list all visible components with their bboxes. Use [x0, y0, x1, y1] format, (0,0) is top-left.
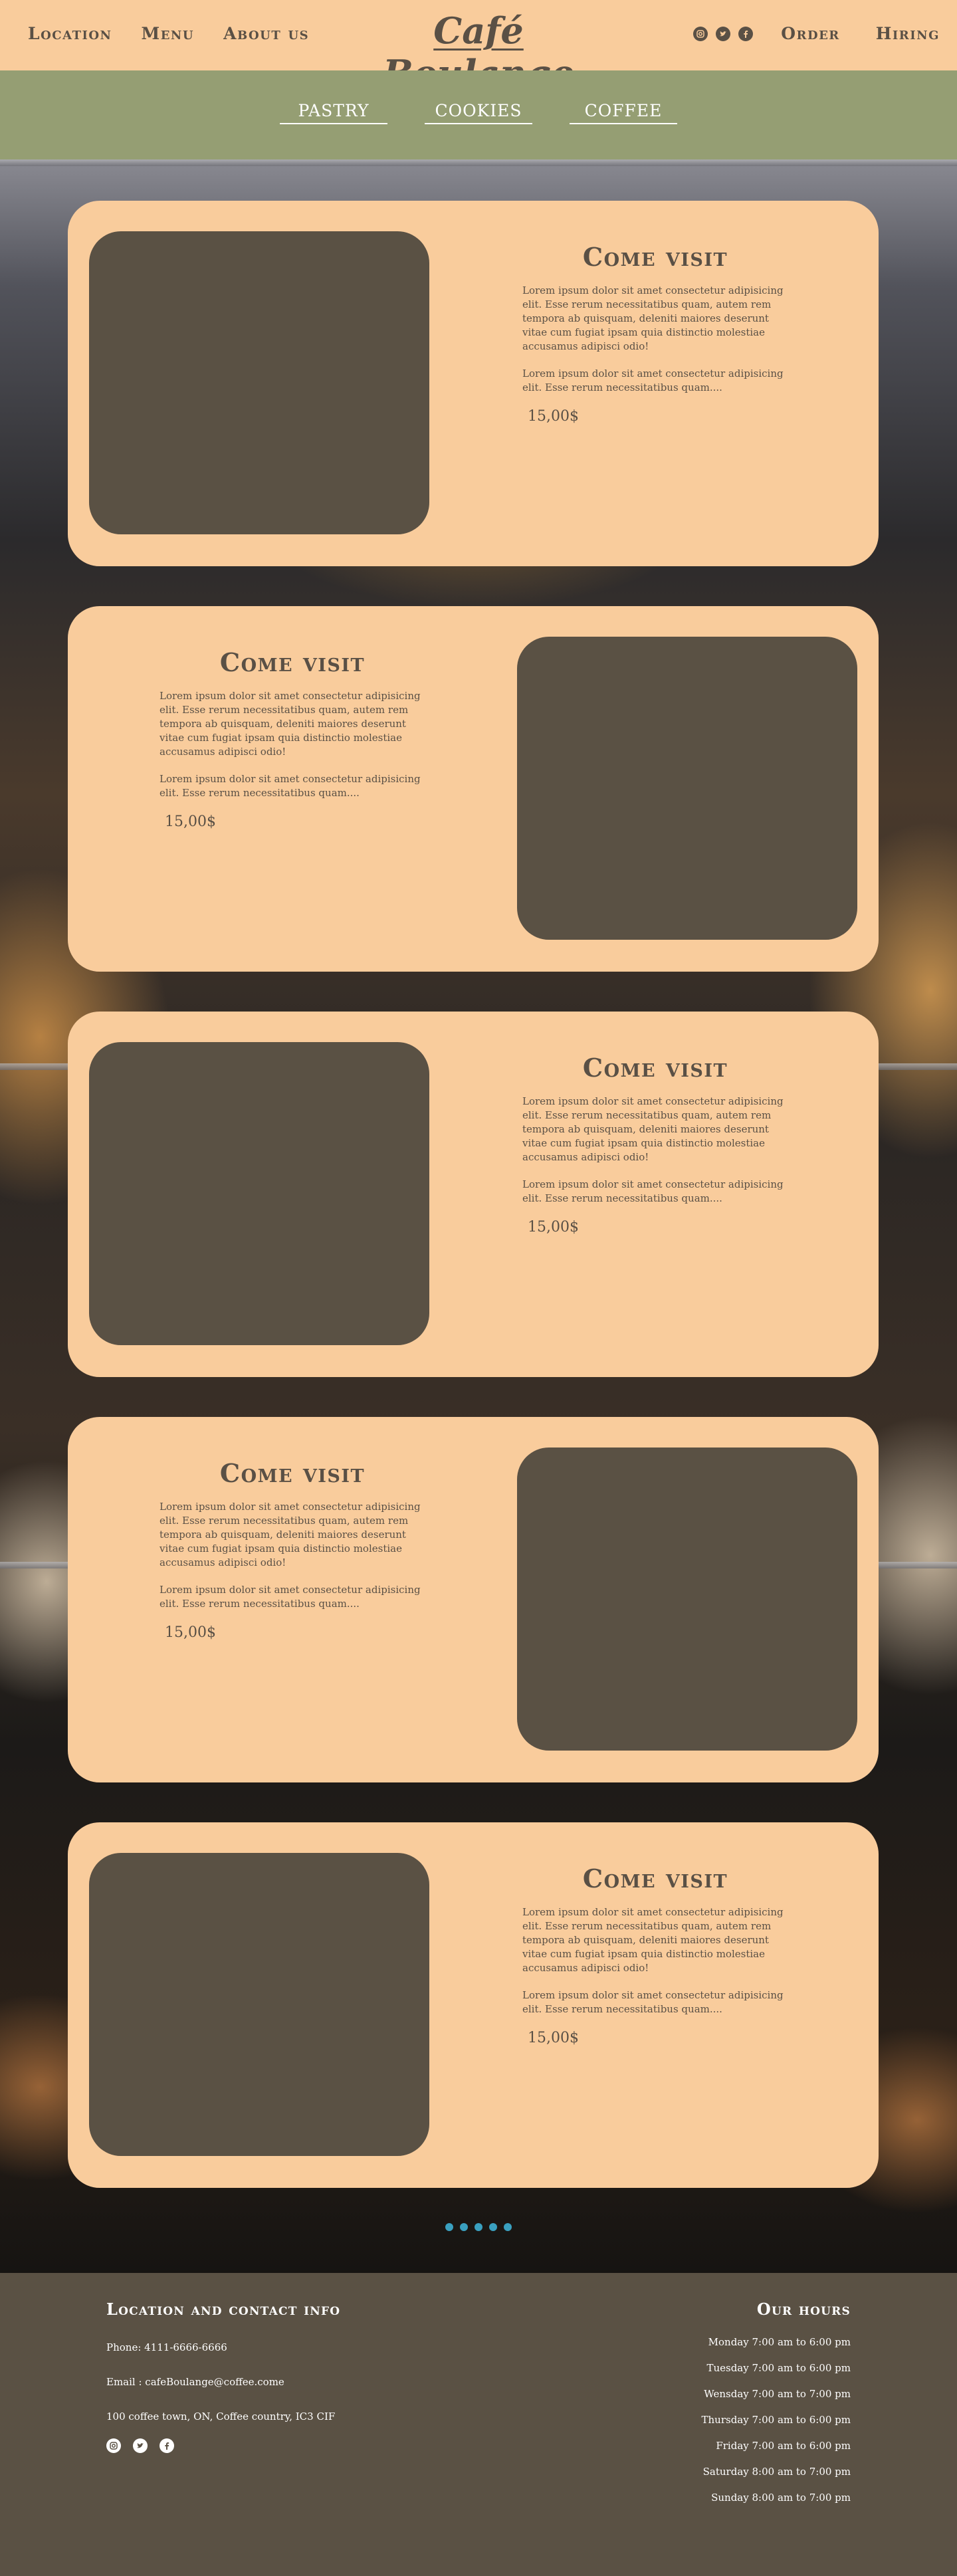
card-description: Lorem ipsum dolor sit amet consectetur a… — [160, 1501, 421, 1568]
nav-hiring[interactable]: Hiring — [876, 24, 940, 43]
top-navbar: Location Menu About us Café Boulange Ord… — [0, 0, 957, 94]
card-text: Come visit Lorem ipsum dolor sit amet co… — [522, 242, 788, 425]
product-card: Come visit Lorem ipsum dolor sit amet co… — [68, 1822, 879, 2188]
footer: Location and contact info Phone: 4111-66… — [0, 2273, 957, 2576]
carousel-dot[interactable] — [504, 2223, 512, 2231]
carousel-dot[interactable] — [475, 2223, 482, 2231]
card-title: Come visit — [582, 1864, 728, 1893]
tab-pastry[interactable]: PASTRY — [280, 101, 387, 124]
twitter-icon[interactable] — [716, 26, 731, 41]
product-image — [517, 637, 857, 940]
card-description-short: Lorem ipsum dolor sit amet consectetur a… — [160, 773, 421, 799]
contact-info: Location and contact info Phone: 4111-66… — [106, 2300, 340, 2453]
facebook-icon[interactable] — [738, 26, 754, 41]
hours-row: Friday 7:00 am to 6:00 pm — [716, 2440, 851, 2452]
footer-social-icons — [106, 2438, 340, 2453]
tab-coffee[interactable]: COFFEE — [570, 101, 677, 124]
category-bar: PASTRY COOKIES COFFEE — [0, 70, 957, 160]
hours-list: Monday 7:00 am to 6:00 pm Tuesday 7:00 a… — [702, 2329, 851, 2511]
nav-about-us[interactable]: About us — [223, 24, 309, 43]
card-text: Come visit Lorem ipsum dolor sit amet co… — [522, 1053, 788, 1235]
nav-menu[interactable]: Menu — [142, 24, 195, 43]
card-description: Lorem ipsum dolor sit amet consectetur a… — [522, 284, 784, 352]
product-card: Come visit Lorem ipsum dolor sit amet co… — [68, 1012, 879, 1377]
card-description-short: Lorem ipsum dolor sit amet consectetur a… — [522, 1178, 784, 1204]
contact-phone: Phone: 4111-6666-6666 — [106, 2341, 227, 2353]
carousel-dot[interactable] — [445, 2223, 453, 2231]
card-description-short: Lorem ipsum dolor sit amet consectetur a… — [160, 1584, 421, 1610]
product-image — [89, 231, 429, 534]
card-description: Lorem ipsum dolor sit amet consectetur a… — [160, 690, 421, 758]
card-price: 15,00$ — [165, 1624, 216, 1641]
product-card: Come visit Lorem ipsum dolor sit amet co… — [68, 1417, 879, 1782]
product-card: Come visit Lorem ipsum dolor sit amet co… — [68, 201, 879, 566]
carousel-dot[interactable] — [460, 2223, 468, 2231]
card-description-short: Lorem ipsum dolor sit amet consectetur a… — [522, 368, 784, 393]
card-title: Come visit — [219, 1458, 366, 1488]
card-title: Come visit — [582, 1053, 728, 1083]
card-description: Lorem ipsum dolor sit amet consectetur a… — [522, 1095, 784, 1163]
product-card: Come visit Lorem ipsum dolor sit amet co… — [68, 606, 879, 972]
card-price: 15,00$ — [528, 2030, 579, 2046]
card-description-short: Lorem ipsum dolor sit amet consectetur a… — [522, 1989, 784, 2015]
instagram-icon[interactable] — [106, 2438, 121, 2453]
facebook-icon[interactable] — [160, 2438, 174, 2453]
hours-title: Our hours — [756, 2300, 851, 2319]
hours-row: Sunday 8:00 am to 7:00 pm — [711, 2492, 851, 2504]
card-text: Come visit Lorem ipsum dolor sit amet co… — [522, 1864, 788, 2046]
card-text: Come visit Lorem ipsum dolor sit amet co… — [160, 1458, 425, 1641]
hours-row: Thursday 7:00 am to 6:00 pm — [701, 2414, 851, 2426]
hours-row: Wensday 7:00 am to 7:00 pm — [704, 2388, 851, 2400]
card-description: Lorem ipsum dolor sit amet consectetur a… — [522, 1906, 784, 1974]
card-title: Come visit — [582, 242, 728, 272]
nav-left: Location Menu About us — [28, 24, 309, 43]
card-price: 15,00$ — [528, 1219, 579, 1235]
social-icons — [693, 26, 754, 41]
category-tabs: PASTRY COOKIES COFFEE — [0, 101, 957, 124]
hours-row: Saturday 8:00 am to 7:00 pm — [702, 2466, 851, 2478]
contact-address: 100 coffee town, ON, Coffee country, IC3… — [106, 2411, 336, 2422]
opening-hours: Our hours Monday 7:00 am to 6:00 pm Tues… — [702, 2300, 851, 2511]
contact-email[interactable]: Email : cafeBoulange@coffee.come — [106, 2376, 340, 2388]
twitter-icon[interactable] — [133, 2438, 148, 2453]
hours-row: Monday 7:00 am to 6:00 pm — [708, 2336, 851, 2348]
hours-row: Tuesday 7:00 am to 6:00 pm — [706, 2362, 851, 2374]
instagram-icon[interactable] — [693, 26, 708, 41]
nav-right: Order Hiring — [693, 24, 940, 43]
carousel-dots — [0, 2223, 957, 2231]
nav-location[interactable]: Location — [28, 24, 112, 43]
shelf-rail — [0, 160, 957, 166]
card-price: 15,00$ — [165, 813, 216, 830]
contact-title: Location and contact info — [106, 2300, 341, 2319]
product-image — [89, 1042, 429, 1345]
carousel-dot[interactable] — [489, 2223, 497, 2231]
card-price: 15,00$ — [528, 408, 579, 425]
product-image — [517, 1448, 857, 1751]
product-image — [89, 1853, 429, 2156]
nav-order[interactable]: Order — [781, 24, 840, 43]
tab-cookies[interactable]: COOKIES — [425, 101, 532, 124]
card-text: Come visit Lorem ipsum dolor sit amet co… — [160, 647, 425, 830]
card-title: Come visit — [219, 647, 366, 677]
